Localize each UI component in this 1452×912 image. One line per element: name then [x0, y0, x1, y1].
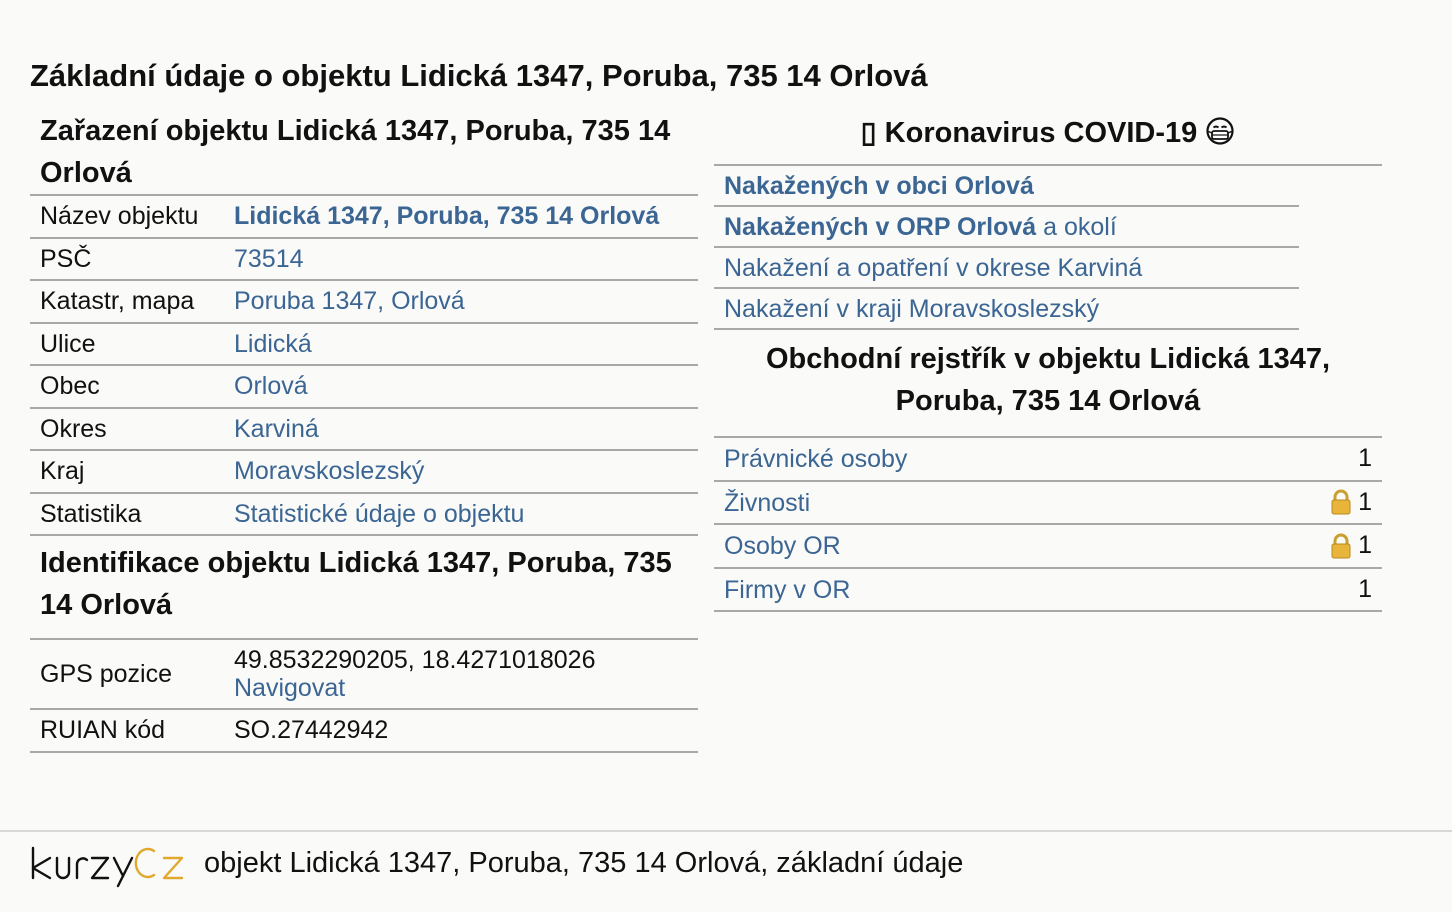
count-value: 1: [1358, 487, 1372, 516]
companies-or-link[interactable]: Firmy v OR: [724, 569, 850, 611]
gps-value: 49.8532290205, 18.4271018026: [234, 646, 596, 674]
persons-or-link[interactable]: Osoby OR: [724, 525, 841, 567]
navigate-link[interactable]: Navigovat: [234, 674, 345, 702]
missing-glyph-icon: ▯: [860, 117, 877, 149]
classification-heading: Zařazení objektu Lidická 1347, Poruba, 7…: [40, 115, 671, 189]
row-label: Obec: [30, 365, 224, 409]
count-value: 1: [1358, 444, 1372, 472]
municipality-link[interactable]: Orlová: [234, 372, 308, 400]
statistics-link[interactable]: Statistické údaje o objektu: [234, 500, 524, 528]
district-link[interactable]: Karviná: [234, 415, 319, 443]
covid-heading: ▯ Koronavirus COVID-19: [714, 110, 1382, 166]
row-label: Statistika: [30, 492, 224, 536]
footer-text: objekt Lidická 1347, Poruba, 735 14 Orlo…: [204, 847, 964, 879]
classification-table: Název objektu Lidická 1347, Poruba, 735 …: [30, 194, 698, 536]
lock-icon[interactable]: [1330, 489, 1352, 515]
business-register-heading: Obchodní rejstřík v objektu Lidická 1347…: [714, 330, 1382, 438]
row-label: Katastr, mapa: [30, 280, 224, 324]
kurzy-logo-mark: [31, 846, 184, 888]
table-row: Obec Orlová: [30, 365, 698, 409]
covid-link-bold[interactable]: Nakažených v ORP Orlová: [724, 213, 1036, 241]
list-item: Firmy v OR 1: [714, 569, 1382, 612]
ruian-label: RUIAN kód: [30, 709, 224, 753]
table-row: Katastr, mapa Poruba 1347, Orlová: [30, 280, 698, 324]
covid-link-bold[interactable]: Nakažených v obci Orlová: [724, 172, 1034, 200]
right-column: ▯ Koronavirus COVID-19 Nakažených v obci…: [714, 110, 1382, 612]
object-name-link[interactable]: Lidická 1347, Poruba, 735 14 Orlová: [234, 202, 659, 230]
table-row: Okres Karviná: [30, 407, 698, 451]
identification-table: GPS pozice 49.8532290205, 18.4271018026 …: [30, 638, 698, 753]
table-row: Statistika Statistické údaje o objektu: [30, 492, 698, 536]
trade-licenses-link[interactable]: Živnosti: [724, 482, 810, 524]
gps-label: GPS pozice: [30, 638, 224, 710]
row-label: PSČ: [30, 237, 224, 281]
table-row: RUIAN kód SO.27442942: [30, 709, 698, 753]
street-link[interactable]: Lidická: [234, 330, 312, 358]
row-label: Okres: [30, 407, 224, 451]
lock-icon[interactable]: [1330, 533, 1352, 559]
region-link[interactable]: Moravskoslezský: [234, 457, 424, 485]
row-label: Ulice: [30, 322, 224, 366]
table-row: Kraj Moravskoslezský: [30, 450, 698, 494]
mask-face-icon: [1206, 117, 1234, 145]
row-label: Kraj: [30, 450, 224, 494]
table-row: PSČ 73514: [30, 237, 698, 281]
table-row: GPS pozice 49.8532290205, 18.4271018026 …: [30, 638, 698, 710]
legal-entities-link[interactable]: Právnické osoby: [724, 438, 907, 480]
count-value: 1: [1358, 574, 1372, 603]
psc-link[interactable]: 73514: [234, 245, 304, 273]
cadastre-map-link[interactable]: Poruba 1347, Orlová: [234, 287, 465, 315]
covid-link-text[interactable]: a okolí: [1036, 213, 1117, 241]
footer: objekt Lidická 1347, Poruba, 735 14 Orlo…: [0, 830, 1452, 912]
table-row: Ulice Lidická: [30, 322, 698, 366]
identification-heading: Identifikace objektu Lidická 1347, Porub…: [40, 547, 672, 621]
left-column: Zařazení objektu Lidická 1347, Poruba, 7…: [30, 110, 698, 753]
covid-link-region[interactable]: Nakažení v kraji Moravskoslezský: [714, 289, 1299, 330]
list-item: Osoby OR 1: [714, 525, 1382, 569]
count-value: 1: [1358, 531, 1372, 559]
covid-link-municipality[interactable]: Nakažených v obci Orlová: [714, 166, 1299, 207]
covid-link-text[interactable]: Nakažení a opatření v okrese Karviná: [724, 254, 1142, 282]
ruian-value: SO.27442942: [224, 709, 698, 753]
covid-link-orp[interactable]: Nakažených v ORP Orlová a okolí: [714, 207, 1299, 248]
covid-heading-text: Koronavirus COVID-19: [884, 117, 1198, 149]
list-item: Živnosti 1: [714, 482, 1382, 525]
page-title: Základní údaje o objektu Lidická 1347, P…: [30, 58, 928, 93]
covid-link-district[interactable]: Nakažení a opatření v okrese Karviná: [714, 248, 1299, 289]
table-row: Název objektu Lidická 1347, Poruba, 735 …: [30, 194, 698, 239]
list-item: Právnické osoby 1: [714, 438, 1382, 482]
kurzy-logo[interactable]: [30, 844, 186, 893]
row-label: Název objektu: [30, 194, 224, 239]
covid-link-text[interactable]: Nakažení v kraji Moravskoslezský: [724, 295, 1099, 323]
